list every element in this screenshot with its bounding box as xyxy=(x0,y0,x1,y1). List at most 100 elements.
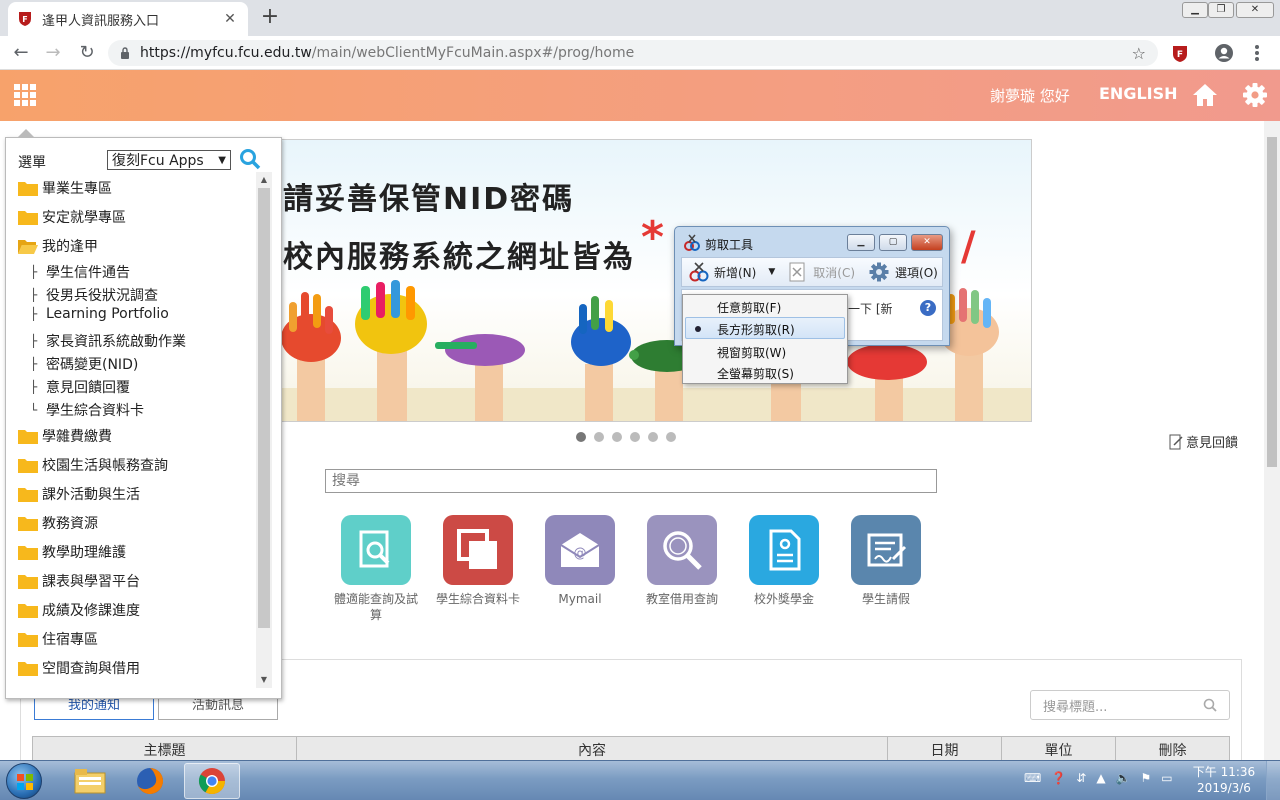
lock-icon xyxy=(121,47,129,59)
scroll-down-arrow-icon[interactable]: ▼ xyxy=(256,672,272,688)
snipping-description-text: 一下 [新 xyxy=(848,302,893,316)
page-scrollbar-thumb[interactable] xyxy=(1267,137,1277,467)
reload-icon[interactable]: ↻ xyxy=(76,42,98,64)
cancel-snip-label[interactable]: 取消(C) xyxy=(813,264,855,281)
bookmark-star-icon[interactable]: ☆ xyxy=(1132,44,1146,63)
clock-date: 2019/3/6 xyxy=(1197,781,1251,795)
menu-scrollbar[interactable]: ▲ ▼ xyxy=(256,172,272,688)
settings-gear-icon[interactable] xyxy=(1242,82,1268,108)
help-icon[interactable]: ? xyxy=(920,300,936,316)
new-snip-dropdown-arrow-icon[interactable]: ▼ xyxy=(768,267,775,277)
chrome-button[interactable] xyxy=(184,763,240,799)
clock-time: 下午 11:36 xyxy=(1192,765,1256,779)
start-button[interactable] xyxy=(6,763,42,799)
search-icon[interactable] xyxy=(1203,698,1217,712)
scroll-up-arrow-icon[interactable]: ▲ xyxy=(256,172,272,188)
tile-classroom[interactable]: 教室借用查詢 xyxy=(640,515,724,607)
feedback-link[interactable]: 意見回饋 xyxy=(1168,432,1238,451)
menu-folder[interactable]: 學雜費繳費 xyxy=(18,426,112,446)
menu-child-item[interactable]: ├ 役男兵役狀況調查 xyxy=(30,285,158,305)
menu-category-select[interactable]: 復刻Fcu Apps ▼ xyxy=(107,150,231,170)
window-snip-item[interactable]: 視窗剪取(W) xyxy=(717,344,786,361)
taskbar-clock[interactable]: 下午 11:36 2019/3/6 xyxy=(1192,764,1256,796)
radio-bullet-icon xyxy=(695,326,701,332)
column-header-unit[interactable]: 單位 xyxy=(1001,736,1116,763)
help-tray-icon[interactable]: ❓ xyxy=(1051,771,1066,785)
language-bar-icon[interactable]: ⇵ xyxy=(1076,771,1086,785)
display-icon[interactable]: ▭ xyxy=(1161,771,1172,785)
carousel-dot[interactable] xyxy=(630,432,640,442)
menu-folder-open[interactable]: 我的逢甲 xyxy=(18,236,98,256)
carousel-dot[interactable] xyxy=(612,432,622,442)
carousel-dot[interactable] xyxy=(648,432,658,442)
menu-child-item[interactable]: ├ 學生信件通告 xyxy=(30,262,130,282)
close-icon[interactable]: ✕ xyxy=(911,234,943,251)
carousel-dot[interactable] xyxy=(594,432,604,442)
minimize-icon[interactable]: ▁ xyxy=(847,234,875,251)
scissors-icon xyxy=(684,234,700,251)
tile-label: Mymail xyxy=(558,592,602,606)
menu-search-icon[interactable] xyxy=(239,148,261,170)
menu-folder[interactable]: 課表與學習平台 xyxy=(18,571,140,591)
restore-window-icon[interactable]: ❐ xyxy=(1208,2,1234,18)
menu-child-item[interactable]: ├ 家長資訊系統啟動作業 xyxy=(30,331,186,351)
menu-folder[interactable]: 成績及修課進度 xyxy=(18,600,140,620)
back-icon[interactable]: ← xyxy=(10,42,32,64)
tile-fitness[interactable]: 體適能查詢及試算 xyxy=(334,515,418,623)
menu-folder[interactable]: 課外活動與生活 xyxy=(18,484,140,504)
maximize-icon[interactable]: ▢ xyxy=(879,234,907,251)
page-scrollbar[interactable] xyxy=(1264,121,1280,760)
extension-fcu-icon[interactable]: F xyxy=(1172,45,1188,63)
rectangular-snip-item[interactable]: 長方形剪取(R) xyxy=(717,321,795,338)
column-header-content[interactable]: 內容 xyxy=(296,736,888,763)
forward-icon[interactable]: → xyxy=(42,42,64,64)
menu-scrollbar-thumb[interactable] xyxy=(258,188,270,628)
show-desktop-button[interactable] xyxy=(1266,761,1280,800)
menu-folder[interactable]: 教學助理維護 xyxy=(18,542,126,562)
profile-avatar-icon[interactable] xyxy=(1214,43,1234,63)
browser-menu-icon[interactable] xyxy=(1254,44,1260,62)
options-label[interactable]: 選項(O) xyxy=(895,264,938,281)
show-hidden-icons-arrow-icon[interactable]: ▲ xyxy=(1096,771,1105,785)
tile-mymail[interactable]: @ Mymail xyxy=(538,515,622,607)
carousel-dot[interactable] xyxy=(666,432,676,442)
menu-child-item[interactable]: ├ 意見回饋回覆 xyxy=(30,377,130,397)
menu-child-item[interactable]: └ 學生綜合資料卡 xyxy=(30,400,144,420)
file-explorer-button[interactable] xyxy=(62,763,118,799)
menu-folder[interactable]: 教務資源 xyxy=(18,513,98,533)
tile-data-card[interactable]: 學生綜合資料卡 xyxy=(436,515,520,607)
menu-folder[interactable]: 空間查詢與借用 xyxy=(18,658,140,678)
carousel-dot[interactable] xyxy=(576,432,586,442)
menu-folder[interactable]: 校園生活與帳務查詢 xyxy=(18,455,168,475)
free-form-snip-item[interactable]: 任意剪取(F) xyxy=(717,299,781,316)
address-bar[interactable]: https://myfcu.fcu.edu.tw/main/webClientM… xyxy=(108,40,1158,66)
main-search-input[interactable] xyxy=(325,469,937,493)
minimize-window-icon[interactable]: ▁ xyxy=(1182,2,1208,18)
new-tab-button[interactable]: + xyxy=(258,4,282,29)
browser-tab[interactable]: F 逢甲人資訊服務入口 ✕ xyxy=(8,2,248,36)
volume-icon[interactable]: 🔈 xyxy=(1116,771,1131,785)
menu-folder[interactable]: 住宿專區 xyxy=(18,629,98,649)
fitness-search-icon xyxy=(341,515,411,585)
full-screen-snip-item[interactable]: 全螢幕剪取(S) xyxy=(717,365,794,382)
column-header-title[interactable]: 主標題 xyxy=(32,736,297,763)
home-icon[interactable] xyxy=(1192,82,1218,108)
apps-menu-icon[interactable] xyxy=(14,84,36,106)
tab-close-icon[interactable]: ✕ xyxy=(222,11,238,27)
english-link[interactable]: ENGLISH xyxy=(1099,84,1178,103)
menu-folder[interactable]: 安定就學專區 xyxy=(18,207,126,227)
menu-folder[interactable]: 畢業生專區 xyxy=(18,178,112,198)
menu-child-item[interactable]: ├ Learning Portfolio xyxy=(30,306,169,322)
network-icon[interactable]: ⚑ xyxy=(1141,771,1152,785)
firefox-button[interactable] xyxy=(122,763,178,799)
title-search-input[interactable]: 搜尋標題... xyxy=(1030,690,1230,720)
close-window-icon[interactable]: ✕ xyxy=(1236,2,1274,18)
column-header-delete[interactable]: 刪除 xyxy=(1115,736,1230,763)
keyboard-icon[interactable]: ⌨ xyxy=(1024,771,1041,785)
tile-scholarship[interactable]: 校外獎學金 xyxy=(742,515,826,607)
new-snip-button[interactable]: 新增(N) xyxy=(688,261,756,283)
options-gear-icon[interactable] xyxy=(869,262,889,282)
column-header-date[interactable]: 日期 xyxy=(887,736,1002,763)
tile-leave[interactable]: 學生請假 xyxy=(844,515,928,607)
menu-child-item[interactable]: ├ 密碼變更(NID) xyxy=(30,354,138,374)
